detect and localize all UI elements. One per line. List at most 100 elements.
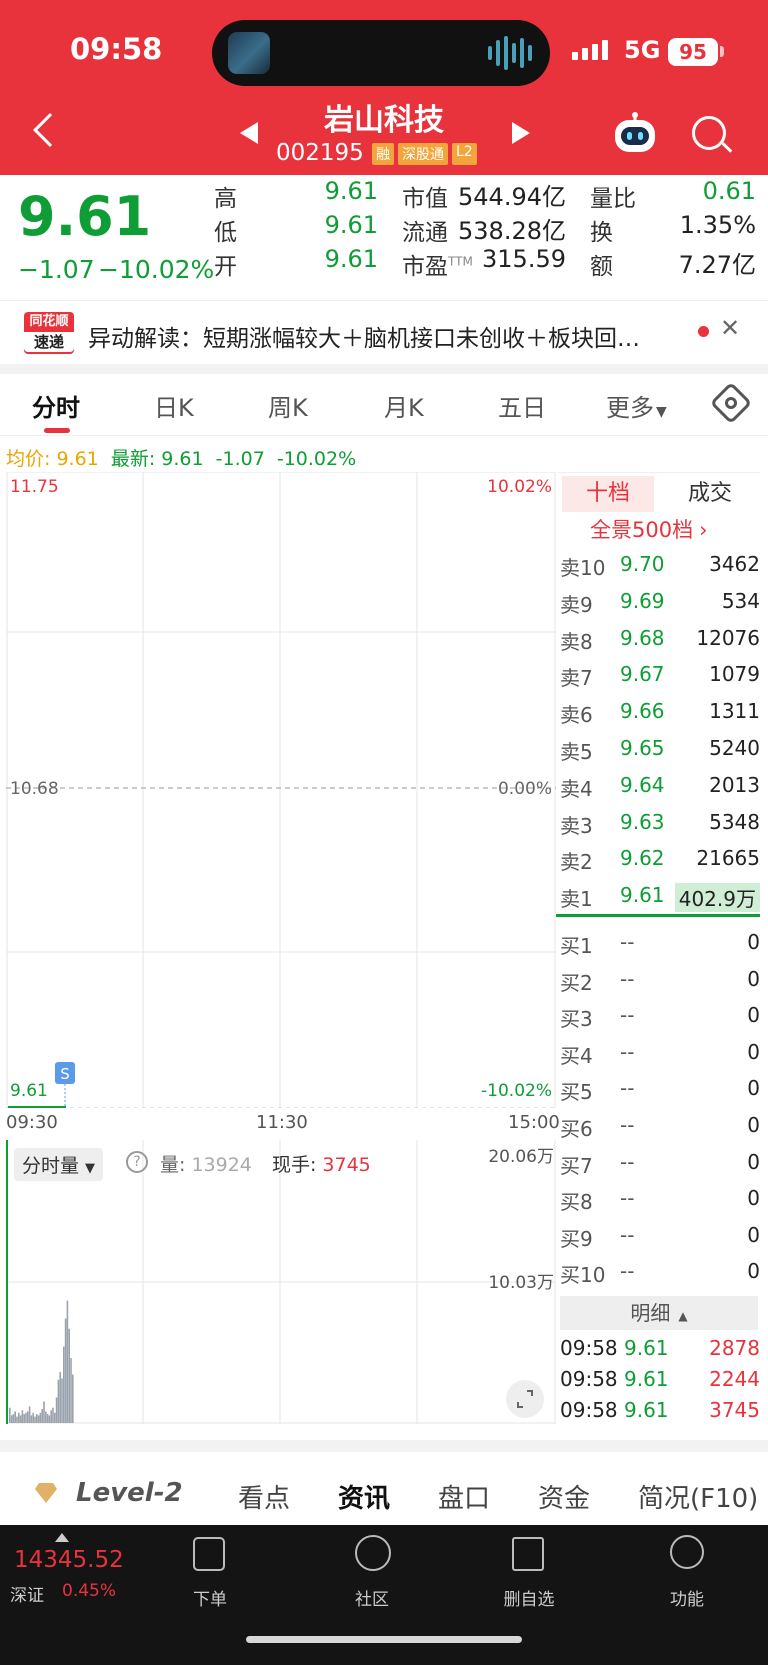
full-depth-link[interactable]: 全景500档 › xyxy=(590,514,708,544)
index-name: 深证 xyxy=(10,1586,44,1606)
ask-level-row[interactable]: 卖4 9.64 2013 xyxy=(558,773,760,810)
bid-level-row[interactable]: 买6 -- 0 xyxy=(558,1113,760,1150)
bid-level-row[interactable]: 买4 -- 0 xyxy=(558,1040,760,1077)
ask-level-volume: 1079 xyxy=(709,662,760,687)
avg-price-label: 均价: xyxy=(6,448,51,470)
tab-level2[interactable]: Level-2 xyxy=(76,1478,183,1508)
price-change: −1.07 xyxy=(18,255,95,284)
bid-level-row[interactable]: 买8 -- 0 xyxy=(558,1186,760,1223)
current-hand-value: 3745 xyxy=(322,1154,371,1176)
stock-tags: 融 深股通 L2 xyxy=(372,143,477,165)
news-ticker[interactable]: 同花顺 速递 异动解读：短期涨幅较大＋脑机接口未创收＋板块回… xyxy=(0,300,768,364)
tab-funds[interactable]: 资金 xyxy=(538,1478,590,1515)
bid-level-price: -- xyxy=(620,1259,635,1284)
sell-marker[interactable]: S xyxy=(55,1062,75,1106)
index-percent: 0.45% xyxy=(62,1581,117,1601)
bid-level-price: -- xyxy=(620,1003,635,1028)
bid-level-volume: 0 xyxy=(747,1076,760,1101)
dock-remove-watchlist[interactable]: 删自选 xyxy=(484,1537,574,1610)
ask-level-row[interactable]: 卖6 9.66 1311 xyxy=(558,699,760,736)
volume-bar xyxy=(63,1346,65,1423)
tab-intraday[interactable]: 分时 xyxy=(32,388,80,423)
tab-daily-k[interactable]: 日K xyxy=(154,388,194,423)
ask-level-price: 9.70 xyxy=(620,552,665,576)
tab-ten-levels[interactable]: 十档 xyxy=(562,476,654,512)
next-stock-icon[interactable] xyxy=(512,122,530,144)
low-value: 9.61 xyxy=(324,211,378,239)
intraday-price-chart[interactable]: 11.75 10.68 9.61 10.02% 0.00% -10.02% S xyxy=(6,472,556,1108)
stock-header: 09:58 5G 95 岩山科技 002195 融 深股通 L2 xyxy=(0,0,768,175)
bid-level-row[interactable]: 买5 -- 0 xyxy=(558,1076,760,1113)
ask-level-row[interactable]: 卖3 9.63 5348 xyxy=(558,810,760,847)
caret-up-icon[interactable] xyxy=(55,1533,69,1542)
intraday-volume-chart[interactable]: 20.06万 10.03万 xyxy=(6,1140,556,1424)
bid-level-price: -- xyxy=(620,930,635,954)
search-icon[interactable] xyxy=(692,116,726,150)
volume-bar xyxy=(52,1407,54,1423)
bid-level-price: -- xyxy=(620,1222,635,1247)
tab-trades[interactable]: 成交 xyxy=(664,476,756,512)
bid-level-row[interactable]: 买7 -- 0 xyxy=(558,1150,760,1187)
trade-detail-header[interactable]: 明细 ▲ xyxy=(560,1296,758,1330)
bid-level-row[interactable]: 买3 -- 0 xyxy=(558,1003,760,1040)
ask-level-label: 卖4 xyxy=(560,776,593,801)
volume-indicator-select[interactable]: 分时量 ▼ xyxy=(14,1148,104,1181)
ask-level-row[interactable]: 卖9 9.69 534 xyxy=(558,589,760,626)
bid-level-label: 买5 xyxy=(560,1080,593,1105)
volume-bar xyxy=(57,1379,60,1423)
tab-five-day[interactable]: 五日 xyxy=(498,388,546,423)
bid-level-row[interactable]: 买10 -- 0 xyxy=(558,1259,760,1296)
open-label: 开 xyxy=(214,254,237,280)
fullscreen-icon[interactable] xyxy=(506,1380,544,1418)
tab-highlights[interactable]: 看点 xyxy=(238,1478,290,1515)
bid-level-row[interactable]: 买1 -- 0 xyxy=(558,930,760,967)
tab-news[interactable]: 资讯 xyxy=(338,1478,390,1515)
tab-order-flow[interactable]: 盘口 xyxy=(438,1478,490,1515)
news-headline[interactable]: 异动解读：短期涨幅较大＋脑机接口未创收＋板块回… xyxy=(88,319,678,353)
ask-level-row[interactable]: 卖5 9.65 5240 xyxy=(558,736,760,773)
bid-level-price: -- xyxy=(620,966,635,991)
volume-bar xyxy=(54,1412,56,1423)
stock-name: 岩山科技 xyxy=(324,103,444,138)
previous-stock-icon[interactable] xyxy=(240,122,258,144)
ask-level-label: 卖3 xyxy=(560,813,593,838)
price-change-percent: −10.02% xyxy=(98,255,215,284)
volume-bar xyxy=(48,1415,51,1423)
volume-bar xyxy=(18,1412,20,1423)
bid-level-row[interactable]: 买9 -- 0 xyxy=(558,1223,760,1260)
tab-profile[interactable]: 简况(F10) xyxy=(638,1478,758,1515)
dock-community[interactable]: 社区 xyxy=(327,1535,417,1610)
index-value[interactable]: 14345.52 xyxy=(14,1547,124,1573)
ai-assistant-robot-icon[interactable] xyxy=(612,112,658,154)
volume-bar xyxy=(19,1415,22,1423)
dock-remove-watchlist-label: 删自选 xyxy=(503,1590,555,1610)
bid-level-price: -- xyxy=(620,1076,635,1101)
tab-monthly-k[interactable]: 月K xyxy=(384,388,424,423)
dock-functions-label: 功能 xyxy=(670,1590,704,1610)
dynamic-island xyxy=(212,20,550,86)
bid-level-row[interactable]: 买2 -- 0 xyxy=(558,967,760,1004)
bid-level-label: 买2 xyxy=(560,970,593,995)
volume-bar xyxy=(16,1416,18,1423)
bottom-dock: 14345.52 深证 0.45% 下单 社区 删自选 功能 xyxy=(0,1525,768,1665)
volume-bar xyxy=(12,1414,15,1423)
close-news-icon[interactable]: ✕ xyxy=(720,314,740,342)
ask-level-row[interactable]: 卖2 9.62 21665 xyxy=(558,846,760,883)
volume-bar xyxy=(66,1300,69,1423)
home-indicator[interactable] xyxy=(246,1636,522,1643)
tab-weekly-k[interactable]: 周K xyxy=(268,388,308,423)
ask-level-volume: 5240 xyxy=(709,736,760,760)
back-arrow-icon[interactable] xyxy=(33,113,67,147)
tab-more[interactable]: 更多 ▼ xyxy=(606,388,667,423)
ask-level-row[interactable]: 卖10 9.70 3462 xyxy=(558,552,760,589)
ask-level-row[interactable]: 卖8 9.68 12076 xyxy=(558,626,760,663)
dock-functions[interactable]: 功能 xyxy=(642,1535,732,1610)
ask-level-row[interactable]: 卖7 9.67 1079 xyxy=(558,662,760,699)
pe-label-sup: TTM xyxy=(448,254,473,269)
trade-time: 09:58 xyxy=(560,1367,618,1391)
dock-order[interactable]: 下单 xyxy=(165,1537,255,1610)
volume-bar xyxy=(39,1412,42,1423)
bid-level-label: 买4 xyxy=(560,1043,593,1068)
last-price: 9.61 xyxy=(18,185,152,248)
help-icon[interactable]: ? xyxy=(126,1151,148,1173)
